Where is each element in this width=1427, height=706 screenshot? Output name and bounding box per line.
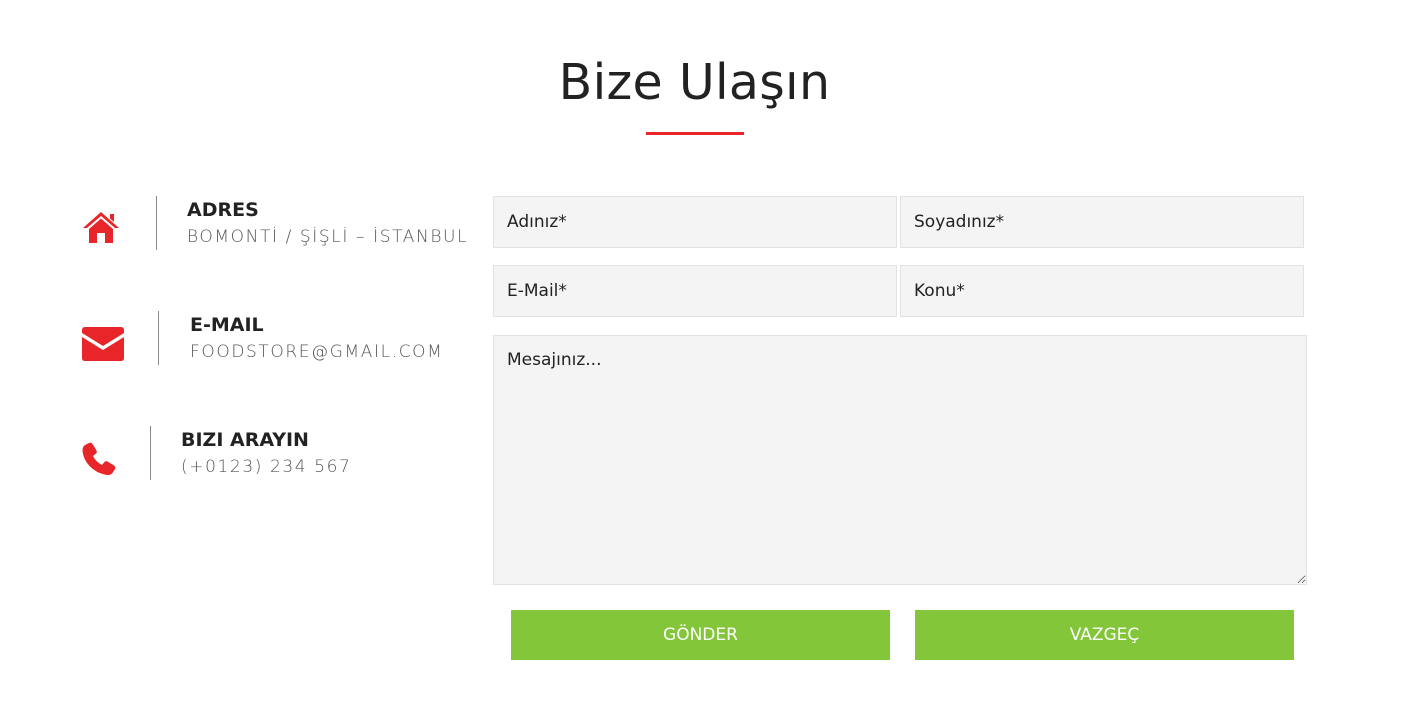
info-divider [156, 196, 157, 250]
info-divider [158, 311, 159, 365]
submit-button[interactable]: GÖNDER [511, 610, 890, 660]
page-title: Bize Ulaşın [558, 54, 831, 111]
email-input[interactable] [493, 265, 897, 317]
contact-email-title: E-MAIL [190, 314, 264, 336]
contact-phone: BIZI ARAYIN (+0123) 234 567 [82, 426, 462, 482]
phone-icon [82, 442, 126, 478]
contact-phone-value: (+0123) 234 567 [181, 457, 352, 477]
last-name-input[interactable] [900, 196, 1304, 248]
subject-input[interactable] [900, 265, 1304, 317]
first-name-input[interactable] [493, 196, 897, 248]
home-icon [82, 210, 126, 246]
message-textarea[interactable] [493, 335, 1307, 585]
contact-address-title: ADRES [187, 199, 259, 221]
cancel-button[interactable]: VAZGEÇ [915, 610, 1294, 660]
contact-page: Bize Ulaşın ADRES BOMONTİ / ŞİŞLİ – İSTA… [0, 0, 1427, 706]
title-underline [646, 132, 744, 135]
info-divider [150, 426, 151, 480]
contact-address: ADRES BOMONTİ / ŞİŞLİ – İSTANBUL [82, 196, 467, 252]
envelope-icon [82, 327, 126, 363]
contact-email: E-MAIL FOODSTORE@GMAIL.COM [82, 311, 462, 367]
contact-phone-title: BIZI ARAYIN [181, 429, 309, 451]
contact-email-value: FOODSTORE@GMAIL.COM [190, 342, 444, 362]
contact-address-value: BOMONTİ / ŞİŞLİ – İSTANBUL [187, 227, 469, 247]
